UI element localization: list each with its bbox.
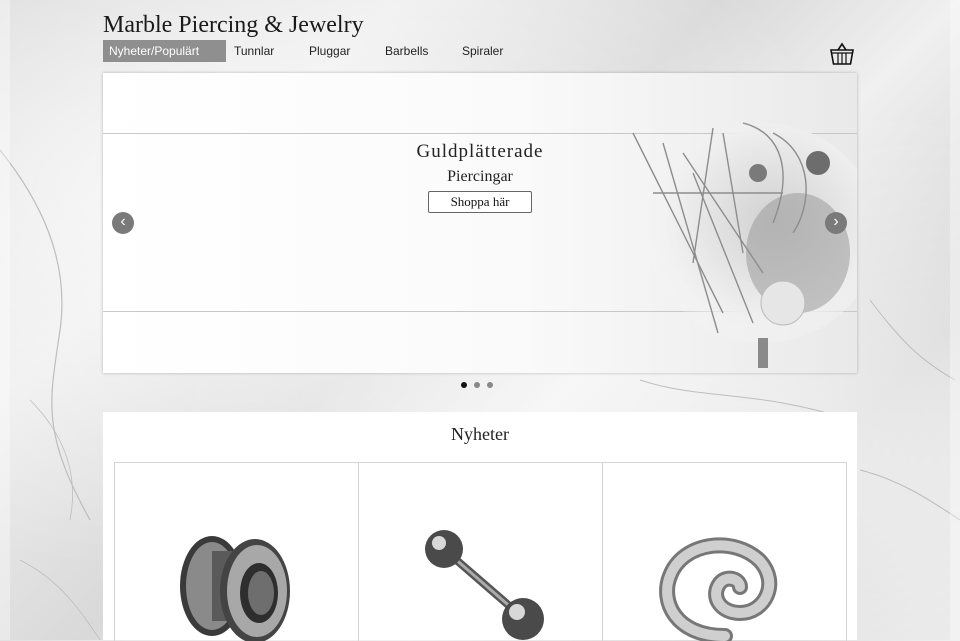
- nav-item-tunnlar[interactable]: Tunnlar: [234, 40, 309, 62]
- barbell-image: [424, 530, 544, 640]
- chevron-right-icon[interactable]: ›: [825, 212, 847, 234]
- news-section: Nyheter: [103, 412, 857, 641]
- page-edge-right: [950, 0, 960, 640]
- slider-dots: [461, 382, 493, 388]
- slider-dot-3[interactable]: [487, 382, 493, 388]
- nav-item-nyheter[interactable]: Nyheter/Populärt: [103, 40, 226, 62]
- nav-item-pluggar[interactable]: Pluggar: [309, 40, 385, 62]
- slider-dot-2[interactable]: [474, 382, 480, 388]
- site-title[interactable]: Marble Piercing & Jewelry: [103, 12, 364, 39]
- nav-item-barbells[interactable]: Barbells: [385, 40, 462, 62]
- product-card-barbell[interactable]: [359, 463, 603, 641]
- shop-now-button[interactable]: Shoppa här: [428, 191, 532, 213]
- main-nav: Nyheter/Populärt Tunnlar Pluggar Barbell…: [103, 40, 522, 62]
- spiral-taper-image: [658, 537, 777, 641]
- hero-slider: Guldplätterade Piercingar Shoppa här ‹ ›: [103, 73, 857, 373]
- basket-icon[interactable]: [829, 41, 855, 67]
- product-card-tunnel[interactable]: [115, 463, 359, 641]
- slider-dot-1[interactable]: [461, 382, 467, 388]
- news-title: Nyheter: [451, 424, 509, 444]
- hero-heading: Guldplätterade: [416, 141, 544, 162]
- product-card-spiral[interactable]: [603, 463, 847, 641]
- nav-item-spiraler[interactable]: Spiraler: [462, 40, 522, 62]
- hero-subheading: Piercingar: [447, 168, 513, 185]
- page-edge-left: [0, 0, 10, 640]
- tunnel-plug-image: [179, 536, 290, 641]
- product-grid: [114, 462, 847, 641]
- chevron-left-icon[interactable]: ‹: [112, 212, 134, 234]
